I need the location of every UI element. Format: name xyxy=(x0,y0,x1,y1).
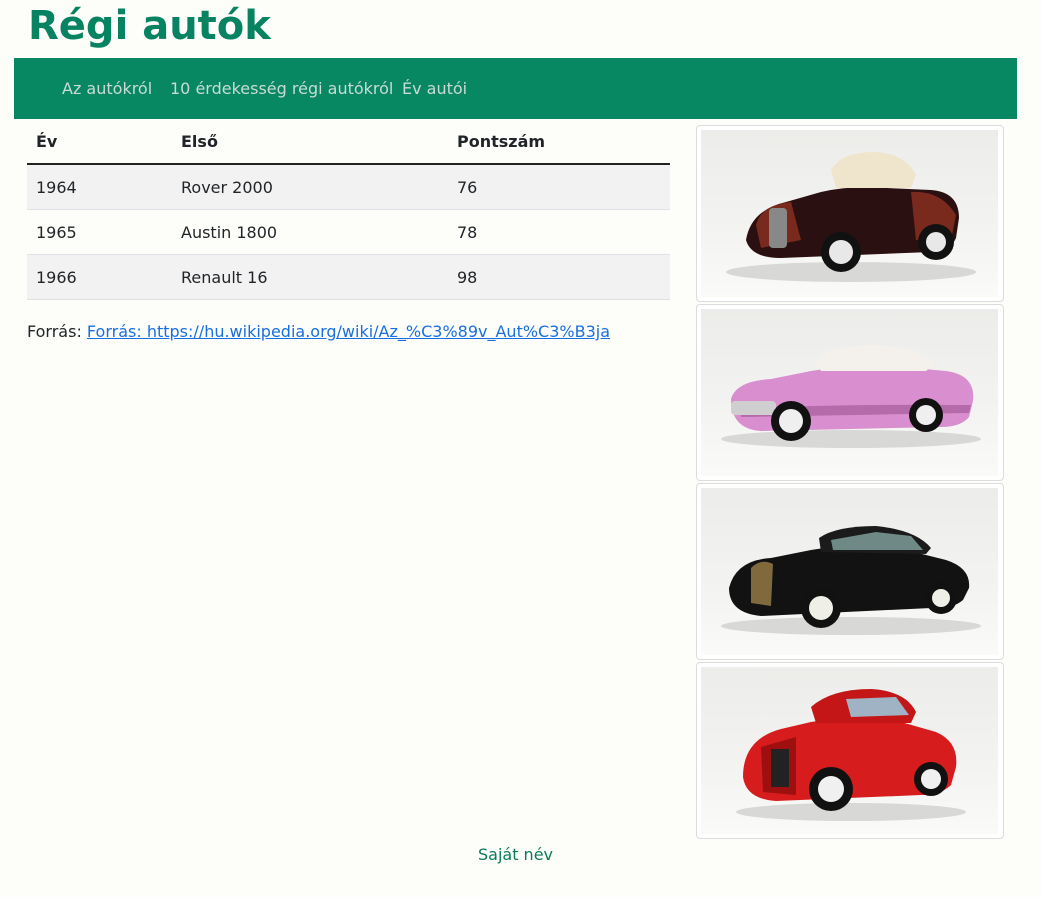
source-label: Forrás: xyxy=(27,322,82,341)
page-title: Régi autók xyxy=(28,3,271,49)
car-image-2 xyxy=(696,304,1004,481)
dark-red-roadster-illustration xyxy=(726,152,976,282)
table-cell-year: 1966 xyxy=(27,254,172,300)
table-cell-year: 1964 xyxy=(27,164,172,210)
source-link[interactable]: Forrás: https://hu.wikipedia.org/wiki/Az… xyxy=(87,322,610,341)
source-line: Forrás: Forrás: https://hu.wikipedia.org… xyxy=(27,322,610,341)
cars-table: Év Első Pontszám 1964 Rover 2000 76 1965… xyxy=(27,119,670,300)
table-cell-score: 98 xyxy=(448,254,670,300)
car-image-4 xyxy=(696,662,1004,839)
table-cell-year: 1965 xyxy=(27,209,172,255)
table-cell-car: Austin 1800 xyxy=(172,209,448,255)
table-cell-car: Rover 2000 xyxy=(172,164,448,210)
table-row: 1965 Austin 1800 78 xyxy=(27,209,670,255)
nav-link-az-autokrol[interactable]: Az autókról xyxy=(62,79,152,98)
navbar: Az autókról 10 érdekesség régi autókról … xyxy=(14,58,1017,119)
table-row: 1964 Rover 2000 76 xyxy=(27,164,670,210)
table-row: 1966 Renault 16 98 xyxy=(27,254,670,300)
red-coupe-illustration xyxy=(736,689,966,821)
car-gallery xyxy=(696,125,1004,841)
pink-convertible-illustration xyxy=(721,345,981,448)
table-cell-score: 76 xyxy=(448,164,670,210)
footer-name: Saját név xyxy=(477,845,554,864)
nav-link-ev-autoi[interactable]: Év autói xyxy=(402,79,467,98)
header-ev: Év xyxy=(27,119,172,165)
nav-link-10-erdekesseg[interactable]: 10 érdekesség régi autókról xyxy=(170,79,393,98)
table-cell-score: 78 xyxy=(448,209,670,255)
black-coupe-illustration xyxy=(721,526,981,635)
car-image-1 xyxy=(696,125,1004,302)
table-header-row: Év Első Pontszám xyxy=(27,119,670,165)
table-cell-car: Renault 16 xyxy=(172,254,448,300)
car-image-3 xyxy=(696,483,1004,660)
header-elso: Első xyxy=(172,119,448,165)
header-pontszam: Pontszám xyxy=(448,119,670,165)
